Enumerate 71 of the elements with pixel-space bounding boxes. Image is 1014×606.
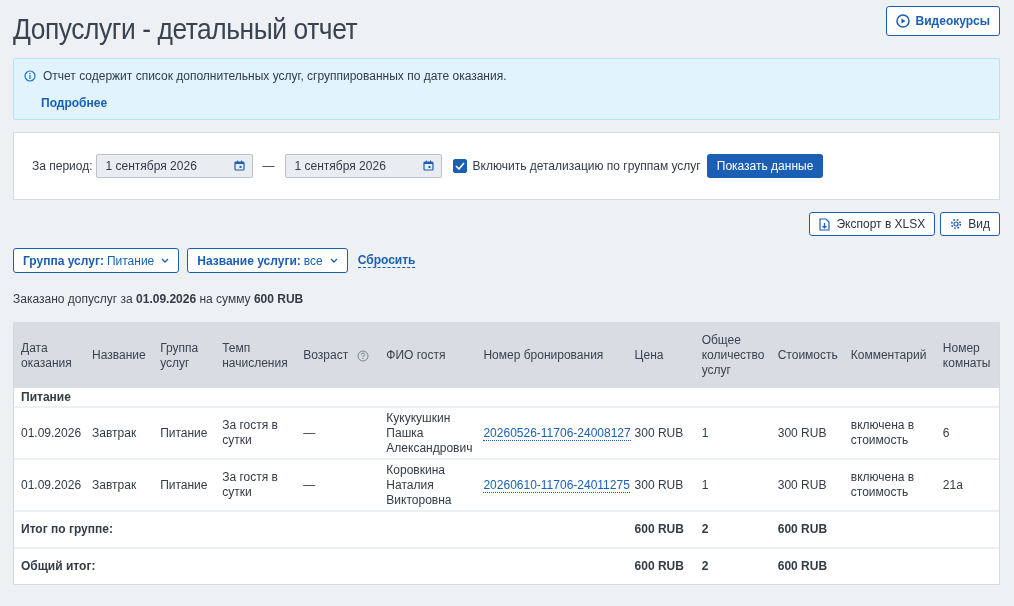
- table-cell: включена в стоимость: [850, 418, 915, 447]
- filter-dropdown[interactable]: Группа услуг: Питание: [13, 248, 180, 273]
- table-cell: 300 RUB: [634, 477, 684, 492]
- file-download-icon: [819, 217, 831, 231]
- video-courses-button[interactable]: Видеокурсы: [885, 6, 1000, 36]
- column-header: Комментарий: [850, 348, 927, 364]
- table-cell: 01.09.2026: [21, 477, 82, 492]
- dash-separator: —: [262, 159, 275, 173]
- table-cell: 1: [701, 477, 709, 492]
- table-cell: Коровкина Наталия Викторовна: [386, 462, 452, 507]
- caret-icon: [329, 258, 338, 263]
- total-cell: 600 RUB: [634, 522, 684, 536]
- page-title: Допуслуги - детальный отчет: [13, 11, 358, 46]
- table-cell: Питание: [160, 425, 208, 440]
- column-header: Номер комнаты: [942, 340, 992, 371]
- info-text: Отчет содержит список дополнительных услуг, сгруппированных по дате оказания.: [43, 69, 507, 83]
- total-cell: 600 RUB: [634, 559, 684, 573]
- export-button[interactable]: Экспорт в XLSX: [809, 212, 936, 236]
- calendar-icon: [422, 160, 434, 171]
- booking-link[interactable]: 20260526-11706-24008127: [483, 425, 631, 441]
- total-label: Итог по группе:: [21, 522, 113, 536]
- table-cell: 6: [942, 425, 950, 440]
- checkbox-label: Включить детализацию по группам услуг: [472, 159, 701, 173]
- view-button[interactable]: Вид: [940, 212, 1000, 236]
- table-cell: включена в стоимость: [850, 470, 915, 499]
- column-header: Группа услуг: [160, 340, 200, 371]
- total-cell: 2: [701, 522, 709, 536]
- column-header: Общее количество услуг: [701, 333, 765, 378]
- caret-icon: [161, 258, 170, 263]
- table-cell: 21а: [942, 477, 963, 492]
- column-header: Цена: [634, 348, 664, 364]
- column-header: Название: [92, 348, 146, 364]
- table-cell: —: [303, 477, 316, 492]
- total-cell: 600 RUB: [777, 522, 828, 536]
- summary-text: Заказано допуслуг за 01.09.2026 на сумму 600 RUB: [13, 292, 305, 306]
- total-cell: 2: [701, 559, 709, 573]
- filter-dropdown[interactable]: Название услуги: все: [187, 248, 348, 273]
- reset-link[interactable]: Сбросить: [357, 253, 416, 268]
- total-cell: 600 RUB: [777, 559, 828, 573]
- table-cell: 01.09.2026: [21, 425, 82, 440]
- help-icon: [357, 349, 370, 362]
- info-icon: [24, 70, 36, 82]
- more-link[interactable]: Подробнее: [41, 96, 108, 110]
- show-data-button[interactable]: Показать данные: [706, 154, 824, 178]
- date-field[interactable]: 1 сентября 2026: [95, 154, 253, 178]
- period-label: За период:: [32, 159, 93, 173]
- column-header: Номер бронирования: [483, 348, 604, 364]
- table-cell: 1: [701, 425, 709, 440]
- settings-icon: [950, 218, 963, 230]
- table-cell: Завтрак: [92, 477, 137, 492]
- table-cell: За гостя в сутки: [222, 470, 278, 499]
- calendar-icon: [233, 160, 245, 171]
- group-heading: Питание: [21, 389, 71, 404]
- table-cell: 300 RUB: [777, 425, 827, 440]
- table-cell: 300 RUB: [634, 425, 684, 440]
- detail-checkbox[interactable]: [452, 159, 467, 173]
- table-cell: Завтрак: [92, 425, 137, 440]
- column-header: Дата оказания: [21, 340, 73, 371]
- table-cell: Кукукушкин Пашка Александрович: [386, 410, 473, 455]
- table-cell: Питание: [160, 477, 208, 492]
- table-cell: 300 RUB: [777, 477, 827, 492]
- table-cell: За гостя в сутки: [222, 418, 278, 447]
- booking-link[interactable]: 20260610-11706-24011275: [483, 477, 630, 493]
- column-header: Стоимость: [777, 348, 838, 364]
- table-cell: —: [303, 425, 316, 440]
- column-header: ФИО гостя: [386, 348, 446, 364]
- column-header: Темп начисления: [222, 340, 289, 371]
- total-label: Общий итог:: [21, 559, 96, 573]
- date-field[interactable]: 1 сентября 2026: [284, 154, 442, 178]
- column-header: Возраст: [303, 348, 349, 364]
- play-icon: [895, 14, 910, 28]
